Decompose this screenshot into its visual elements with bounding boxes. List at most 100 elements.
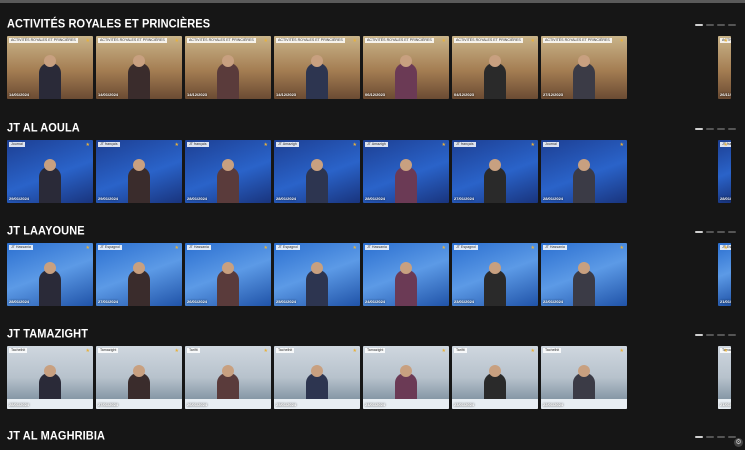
channel-logo-icon: ★	[723, 38, 728, 44]
channel-logo-icon: ★	[723, 142, 728, 148]
program-badge: ACTIVITÉS ROYALES ET PRINCIÈRES	[276, 38, 345, 43]
presenter-head	[133, 159, 145, 171]
presenter-figure	[484, 63, 506, 99]
thumbnail-date: 22/01/2024	[543, 299, 564, 304]
pager-dot[interactable]	[717, 436, 725, 438]
program-badge: JT Amazigh	[276, 142, 299, 147]
channel-logo-icon: ★	[263, 142, 268, 148]
section-title[interactable]: JT LAAYOUNE	[7, 225, 85, 238]
video-thumbnail[interactable]: Tachelhit ★ 28/01/2024	[7, 346, 93, 409]
pager-dot[interactable]	[695, 24, 703, 26]
video-thumbnail[interactable]: JT français★28/01/2024	[718, 140, 731, 203]
carousel-pager[interactable]	[695, 128, 736, 131]
video-thumbnail[interactable]: Tarifit ★ 26/01/2024	[185, 346, 271, 409]
video-thumbnail[interactable]: ACTIVITÉS ROYALES ET PRINCIÈRES ★ 14/12/20…	[185, 36, 271, 99]
pager-dot[interactable]	[706, 24, 714, 26]
presenter-head	[400, 262, 412, 274]
video-thumbnail[interactable]: JT français ★ 27/01/2024	[452, 140, 538, 203]
presenter-head	[578, 365, 590, 377]
presenter-head	[489, 55, 501, 67]
accessibility-icon[interactable]: ⚙	[734, 438, 743, 447]
channel-logo-icon: ★	[174, 245, 179, 251]
pager-dot[interactable]	[706, 436, 714, 438]
channel-logo-icon: ★	[723, 245, 728, 251]
video-thumbnail[interactable]: JT Amazigh ★ 28/01/2024	[363, 140, 449, 203]
video-thumbnail[interactable]: ACTIVITÉS ROYALES ET PRINCIÈRES ★ 14/12/20…	[274, 36, 360, 99]
channel-logo-icon: ★	[174, 38, 179, 44]
thumbnail-date: 26/11/2023	[720, 92, 731, 97]
video-thumbnail[interactable]: Tachelhit ★ 22/01/2024	[541, 346, 627, 409]
section-title[interactable]: JT AL MAGHRIBIA	[7, 430, 105, 443]
pager-dot[interactable]	[728, 128, 736, 130]
video-thumbnail[interactable]: JT Amazigh ★ 28/01/2024	[274, 140, 360, 203]
pager-dot[interactable]	[706, 334, 714, 336]
video-thumbnail[interactable]: JT Espagnol ★ 23/01/2024	[452, 243, 538, 306]
video-thumbnail[interactable]: JT Espagnol ★ 27/01/2024	[96, 243, 182, 306]
presenter-figure	[484, 167, 506, 203]
video-thumbnail[interactable]: JT Hassania ★ 26/01/2024	[185, 243, 271, 306]
video-thumbnail[interactable]: JT Espagnol★21/01/2024	[718, 243, 731, 306]
video-thumbnail[interactable]: ACTIVITÉS ROYALES ET PRINCIÈRES★26/11/20…	[718, 36, 731, 99]
video-thumbnail[interactable]: Tamazight ★ 24/01/2024	[363, 346, 449, 409]
presenter-head	[222, 55, 234, 67]
thumbnail-date: 14/01/2024	[9, 92, 30, 97]
video-thumbnail[interactable]: JT français★28/01/2024	[185, 140, 271, 203]
video-thumbnail[interactable]: ACTIVITÉS ROYALES ET PRINCIÈRES ★ 04/12/20…	[452, 36, 538, 99]
video-thumbnail[interactable]: JT Hassania ★ 24/01/2024	[363, 243, 449, 306]
pager-dot[interactable]	[717, 334, 725, 336]
channel-logo-icon: ★	[85, 38, 90, 44]
pager-dot[interactable]	[717, 231, 725, 233]
carousel-pager[interactable]	[695, 334, 736, 337]
pager-dot[interactable]	[728, 436, 736, 438]
video-thumbnail[interactable]: ACTIVITÉS ROYALES ET PRINCIÈRES ★ 14/01/20…	[96, 36, 182, 99]
pager-dot[interactable]	[728, 231, 736, 233]
section-title[interactable]: JT AL AOULA	[7, 122, 80, 135]
carousel-pager[interactable]	[695, 436, 736, 439]
video-thumbnail[interactable]: Tachelhit ★ 25/01/2024	[274, 346, 360, 409]
video-thumbnail[interactable]: Journal ★ 29/01/2024	[7, 140, 93, 203]
thumbnail-image	[718, 140, 731, 203]
channel-logo-icon: ★	[85, 245, 90, 251]
section-title[interactable]: JT TAMAZIGHT	[7, 328, 88, 341]
pager-dot[interactable]	[717, 128, 725, 130]
pager-dot[interactable]	[717, 24, 725, 26]
video-thumbnail[interactable]: JT Hassania ★ 22/01/2024	[541, 243, 627, 306]
video-thumbnail[interactable]: ACTIVITÉS ROYALES ET PRINCIÈRES ★ 06/12/20…	[363, 36, 449, 99]
video-thumbnail[interactable]: ACTIVITÉS ROYALES ET PRINCIÈRES ★ 27/12/20…	[541, 36, 627, 99]
channel-logo-icon: ★	[263, 348, 268, 354]
thumbnail-date: 24/01/2024	[365, 299, 386, 304]
video-thumbnail[interactable]: Tamazight ★ 27/01/2024	[96, 346, 182, 409]
pager-dot[interactable]	[728, 334, 736, 336]
program-badge: Tachelhit	[9, 348, 28, 353]
pager-dot[interactable]	[695, 231, 703, 233]
section-title[interactable]: ACTIVITÉS ROYALES ET PRINCIÈRES	[7, 18, 210, 31]
thumbnail-date: 25/01/2024	[276, 299, 297, 304]
video-thumbnail[interactable]: ACTIVITÉS ROYALES ET PRINCIÈRES ★ 14/01/20…	[7, 36, 93, 99]
channel-logo-icon: ★	[85, 348, 90, 354]
video-thumbnail[interactable]: Tarifit ★ 23/01/2024	[452, 346, 538, 409]
pager-dot[interactable]	[706, 231, 714, 233]
pager-dot[interactable]	[695, 436, 703, 438]
presenter-figure	[128, 63, 150, 99]
presenter-head	[311, 262, 323, 274]
thumbnail-date: 29/01/2024	[9, 196, 30, 201]
presenter-figure	[573, 63, 595, 99]
video-thumbnail[interactable]: JT Hassania ★ 28/01/2024	[7, 243, 93, 306]
pager-dot[interactable]	[695, 334, 703, 336]
program-badge: ACTIVITÉS ROYALES ET PRINCIÈRES	[543, 38, 612, 43]
video-thumbnail[interactable]: Tamazight★21/01/2024	[718, 346, 731, 409]
carousel-pager[interactable]	[695, 24, 736, 27]
pager-dot[interactable]	[728, 24, 736, 26]
carousel-pager[interactable]	[695, 231, 736, 234]
pager-dot[interactable]	[706, 128, 714, 130]
video-thumbnail[interactable]: JT français ★ 29/01/2024	[96, 140, 182, 203]
thumbnail-date: 25/01/2024	[276, 402, 297, 407]
thumbnail-date: 28/01/2024	[720, 196, 731, 201]
thumbnail-date: 28/01/2024	[365, 196, 386, 201]
presenter-head	[44, 55, 56, 67]
video-thumbnail[interactable]: JT Espagnol ★ 25/01/2024	[274, 243, 360, 306]
presenter-head	[133, 365, 145, 377]
video-thumbnail[interactable]: Journal ★ 28/01/2024	[541, 140, 627, 203]
pager-dot[interactable]	[695, 128, 703, 130]
carousel-row: ACTIVITÉS ROYALES ET PRINCIÈRES ★ 14/01/20…	[7, 36, 745, 99]
